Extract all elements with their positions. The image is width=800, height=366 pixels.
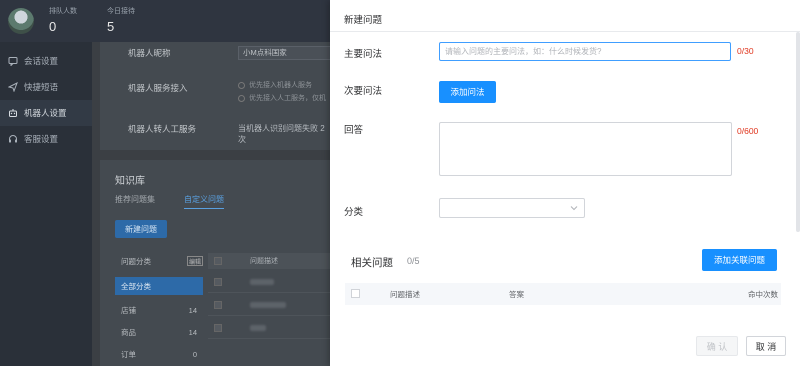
select-all-checkbox[interactable] — [351, 289, 360, 298]
category-count: 0 — [192, 349, 197, 359]
primary-question-counter: 0/30 — [737, 46, 754, 56]
table-row[interactable] — [208, 294, 330, 316]
column-hit-count: 命中次数 — [748, 289, 778, 299]
radio-label: 优先接入机器人服务 — [249, 82, 312, 89]
sidebar-item-agent-settings[interactable]: 客服设置 — [0, 126, 92, 152]
row-checkbox[interactable] — [214, 300, 222, 309]
category-name: 商品 — [121, 327, 136, 337]
sidebar: 会话设置 快捷短语 机器人设置 客服设置 — [0, 42, 92, 366]
add-phrasing-button[interactable]: 添加问法 — [439, 81, 496, 103]
new-question-panel: 新建问题 主要问法 0/30 次要问法 添加问法 回答 0/600 分类 相关问… — [330, 0, 800, 366]
category-count: 14 — [188, 327, 197, 337]
radio-icon — [238, 94, 245, 102]
column-description: 问题描述 — [390, 289, 420, 299]
sidebar-item-label: 机器人设置 — [24, 108, 67, 118]
panel-title: 新建问题 — [344, 15, 383, 26]
category-select[interactable] — [439, 198, 585, 218]
queue-stat: 排队人数 0 — [49, 6, 77, 34]
robot-transfer-label: 机器人转人工服务 — [128, 124, 197, 134]
knowledge-title: 知识库 — [115, 176, 145, 187]
queue-value: 0 — [49, 19, 57, 34]
row-checkbox[interactable] — [214, 323, 222, 332]
radio-icon — [238, 81, 245, 89]
chevron-down-icon — [570, 204, 578, 212]
radio-label: 优先接入人工服务，仅机 — [249, 95, 326, 102]
primary-question-input[interactable] — [439, 42, 731, 61]
robot-settings-card: 机器人昵称 小M点科国家 机器人服务接入 优先接入机器人服务 优先接入人工服务，… — [100, 42, 338, 150]
top-bar: 排队人数 0 今日接待 5 — [0, 0, 330, 42]
category-name: 订单 — [121, 349, 136, 359]
sidebar-item-label: 会话设置 — [24, 56, 59, 66]
radio-option-robot-first[interactable]: 优先接入机器人服务 — [238, 80, 312, 90]
category-name: 全部分类 — [121, 281, 151, 291]
answer-label: 回答 — [344, 125, 364, 136]
cancel-button[interactable]: 取 消 — [746, 336, 786, 356]
robot-transfer-value: 当机器人识别问题失败 2 次 — [238, 124, 325, 144]
table-header-description: 问题描述 — [250, 258, 278, 265]
robot-service-label: 机器人服务接入 — [128, 83, 188, 93]
sidebar-item-label: 快捷短语 — [24, 82, 59, 92]
today-label: 今日接待 — [107, 8, 135, 15]
category-name: 店铺 — [121, 305, 136, 315]
chat-settings-icon — [8, 56, 18, 66]
new-question-button[interactable]: 新建问题 — [115, 220, 167, 238]
send-icon — [8, 82, 18, 92]
robot-name-label: 机器人昵称 — [128, 48, 171, 58]
category-item[interactable]: 全部分类 — [115, 277, 203, 295]
category-header-label: 问题分类 — [121, 256, 151, 266]
question-table-header: 问题描述 — [208, 253, 330, 269]
tab-custom[interactable]: 自定义问题 — [184, 194, 224, 209]
row-description-blurred — [250, 301, 286, 308]
sidebar-item-label: 客服设置 — [24, 134, 59, 144]
panel-scrollbar[interactable] — [796, 32, 800, 232]
tab-recommended[interactable]: 推荐问题集 — [115, 194, 155, 205]
row-description-blurred — [250, 278, 274, 285]
category-header: 问题分类 编辑 — [115, 253, 203, 269]
headset-icon — [8, 134, 18, 144]
table-row[interactable] — [208, 271, 330, 293]
answer-counter: 0/600 — [737, 126, 759, 136]
add-related-question-button[interactable]: 添加关联问题 — [702, 249, 777, 271]
table-row[interactable] — [208, 317, 330, 339]
column-answer: 答案 — [509, 289, 524, 299]
robot-name-input[interactable]: 小M点科国家 — [238, 46, 338, 60]
answer-textarea[interactable] — [439, 122, 732, 176]
category-item[interactable]: 店铺 14 — [115, 301, 203, 319]
category-count: 14 — [188, 305, 197, 315]
select-all-checkbox[interactable] — [214, 257, 222, 265]
queue-label: 排队人数 — [49, 8, 77, 15]
confirm-button[interactable]: 确 认 — [696, 336, 738, 356]
related-questions-title: 相关问题 — [351, 257, 393, 269]
robot-icon — [8, 108, 18, 118]
title-divider — [330, 31, 800, 32]
knowledge-base-card: 知识库 推荐问题集 自定义问题 新建问题 问题分类 编辑 全部分类 店铺 14 … — [100, 160, 330, 366]
sidebar-item-robot-settings[interactable]: 机器人设置 — [0, 100, 92, 126]
avatar[interactable] — [8, 8, 34, 34]
sidebar-item-session-settings[interactable]: 会话设置 — [0, 48, 92, 74]
edit-category-button[interactable]: 编辑 — [187, 256, 203, 266]
related-questions-count: 0/5 — [407, 256, 420, 266]
sidebar-item-quick-phrases[interactable]: 快捷短语 — [0, 74, 92, 100]
row-description-blurred — [250, 324, 266, 331]
primary-question-label: 主要问法 — [344, 49, 383, 60]
main-content: 机器人昵称 小M点科国家 机器人服务接入 优先接入机器人服务 优先接入人工服务，… — [92, 42, 338, 366]
category-label: 分类 — [344, 207, 364, 218]
row-checkbox[interactable] — [214, 277, 222, 286]
today-stat: 今日接待 5 — [107, 6, 135, 34]
today-value: 5 — [107, 19, 115, 34]
radio-option-human-first[interactable]: 优先接入人工服务，仅机 — [238, 93, 326, 103]
related-table-header: 问题描述 答案 命中次数 — [345, 283, 781, 305]
category-item[interactable]: 订单 0 — [115, 345, 203, 363]
category-item[interactable]: 商品 14 — [115, 323, 203, 341]
secondary-question-label: 次要问法 — [344, 86, 383, 97]
